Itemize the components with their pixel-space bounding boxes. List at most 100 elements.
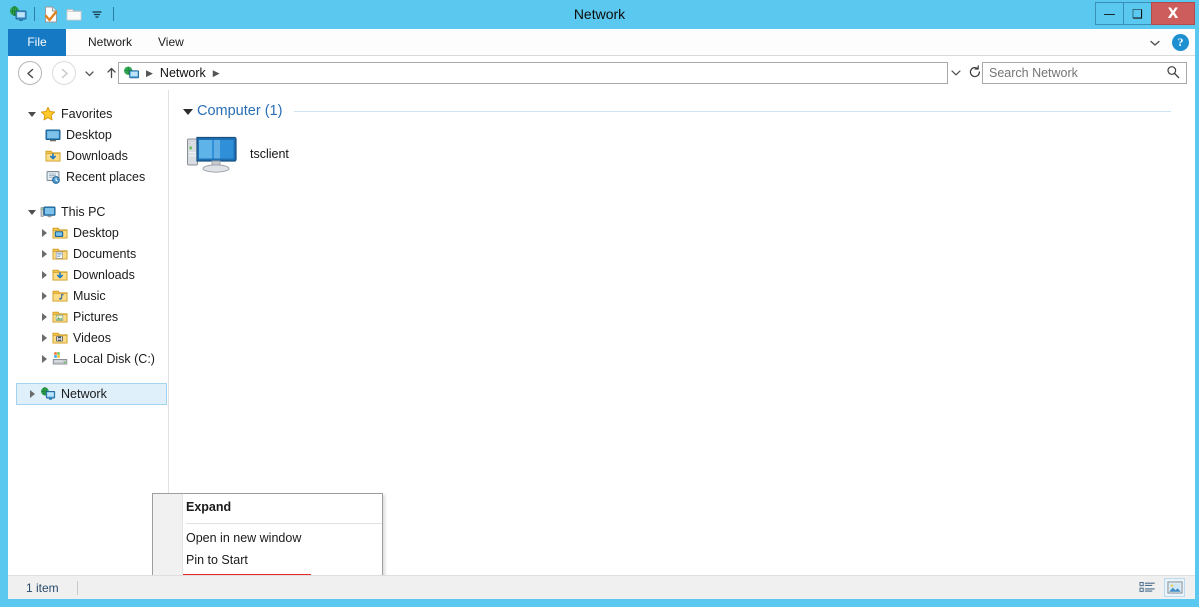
- list-item[interactable]: tsclient: [186, 132, 289, 176]
- computer-icon: [186, 132, 238, 176]
- tree-label: Network: [61, 387, 107, 401]
- window-title: Network: [573, 6, 626, 22]
- menu-item-open-in-new-window[interactable]: Open in new window: [153, 527, 382, 549]
- tree-label: Favorites: [61, 106, 113, 121]
- menu-separator: [186, 523, 382, 524]
- local-disk-icon: [52, 351, 68, 367]
- tree-item-recent-places[interactable]: Recent places: [8, 166, 168, 187]
- search-box[interactable]: [982, 62, 1187, 84]
- expander-icon[interactable]: [36, 288, 52, 304]
- tree-label: Videos: [73, 330, 111, 345]
- group-header[interactable]: Computer (1): [181, 101, 1181, 121]
- navigation-pane: Favorites Desktop Downloads Recent place…: [8, 90, 168, 575]
- pictures-folder-icon: [52, 309, 68, 325]
- expander-icon[interactable]: [36, 351, 52, 367]
- expander-icon[interactable]: [36, 246, 52, 262]
- tree-item-videos[interactable]: Videos: [8, 327, 168, 348]
- expander-icon[interactable]: [24, 204, 40, 220]
- maximize-button[interactable]: ❑: [1123, 2, 1152, 25]
- forward-button[interactable]: [52, 61, 76, 85]
- tree-item-downloads-fav[interactable]: Downloads: [8, 145, 168, 166]
- address-bar-tools: [950, 62, 982, 84]
- ribbon-right-controls: ?: [1148, 29, 1189, 56]
- tree-item-music[interactable]: Music: [8, 285, 168, 306]
- breadcrumb-sep-0: ▶: [146, 67, 153, 78]
- tree-label: Pictures: [73, 309, 119, 324]
- title-bar: Network — ❑ X: [0, 0, 1199, 29]
- star-icon: [40, 106, 56, 122]
- this-pc-icon: [40, 204, 56, 220]
- breadcrumb-network[interactable]: Network: [158, 66, 208, 80]
- status-separator: [76, 580, 78, 595]
- tree-item-favorites[interactable]: Favorites: [8, 103, 168, 124]
- expander-icon[interactable]: [36, 267, 52, 283]
- address-input[interactable]: ▶ Network ▶: [118, 62, 948, 84]
- tree-item-pictures[interactable]: Pictures: [8, 306, 168, 327]
- tree-item-downloads-pc[interactable]: Downloads: [8, 264, 168, 285]
- details-view-icon[interactable]: [1137, 578, 1158, 597]
- tree-item-desktop-fav[interactable]: Desktop: [8, 124, 168, 145]
- recent-locations-button[interactable]: [80, 61, 98, 85]
- tree-label: This PC: [61, 204, 106, 219]
- tree-label: Documents: [73, 246, 137, 261]
- music-folder-icon: [52, 288, 68, 304]
- tab-file[interactable]: File: [8, 29, 66, 56]
- expander-icon[interactable]: [36, 225, 52, 241]
- menu-item-pin-to-start[interactable]: Pin to Start: [153, 549, 382, 571]
- tree-label: Local Disk (C:): [73, 351, 155, 366]
- minimize-icon: —: [1103, 6, 1116, 21]
- tree-label: Recent places: [66, 169, 146, 184]
- tree-label: Downloads: [66, 148, 128, 163]
- expander-icon[interactable]: [36, 309, 52, 325]
- window-controls: — ❑ X: [1095, 2, 1195, 25]
- context-menu: Expand Open in new window Pin to Start M…: [152, 493, 383, 575]
- breadcrumb-sep-1[interactable]: ▶: [208, 68, 225, 79]
- search-icon[interactable]: [1166, 65, 1180, 82]
- tree-label: Desktop: [66, 127, 112, 142]
- group-expander-icon[interactable]: [181, 107, 195, 115]
- menu-item-expand[interactable]: Expand: [153, 494, 382, 520]
- desktop-folder-icon: [52, 225, 68, 241]
- expander-icon[interactable]: [24, 386, 40, 402]
- desktop-icon: [45, 127, 61, 143]
- back-button[interactable]: [18, 61, 42, 85]
- expander-icon[interactable]: [24, 106, 40, 122]
- tab-view[interactable]: View: [144, 29, 198, 56]
- tree-label: Downloads: [73, 267, 135, 282]
- downloads-icon: [45, 148, 61, 164]
- tree-item-this-pc[interactable]: This PC: [8, 201, 168, 222]
- expander-icon[interactable]: [36, 330, 52, 346]
- close-icon: X: [1167, 5, 1179, 22]
- status-bar: 1 item: [8, 575, 1195, 599]
- tab-network[interactable]: Network: [74, 29, 146, 56]
- tree-item-network[interactable]: Network: [16, 383, 167, 405]
- ribbon-tab-bar: File Network View ?: [8, 29, 1195, 56]
- tree-label: Desktop: [73, 225, 119, 240]
- menu-item-map-network-drive[interactable]: Map network drive...: [153, 571, 382, 575]
- group-header-label: Computer (1): [197, 103, 283, 119]
- tree-item-documents[interactable]: Documents: [8, 243, 168, 264]
- explorer-window: Network — ❑ X File Network View ? ▶ Netw…: [0, 0, 1199, 607]
- search-input[interactable]: [983, 66, 1166, 80]
- view-mode-buttons: [1137, 578, 1185, 597]
- downloads-folder-icon: [52, 267, 68, 283]
- help-icon[interactable]: ?: [1172, 34, 1189, 51]
- minimize-button[interactable]: —: [1095, 2, 1124, 25]
- explorer-body: Favorites Desktop Downloads Recent place…: [8, 90, 1195, 575]
- address-dropdown-icon[interactable]: [950, 67, 962, 80]
- group-header-rule: [294, 110, 1171, 112]
- tree-item-local-disk-c[interactable]: Local Disk (C:): [8, 348, 168, 369]
- videos-folder-icon: [52, 330, 68, 346]
- item-count-label: 1 item: [26, 580, 59, 595]
- refresh-icon[interactable]: [968, 64, 982, 82]
- large-icons-view-icon[interactable]: [1164, 578, 1185, 597]
- address-network-icon: [123, 65, 141, 81]
- network-icon: [40, 386, 56, 402]
- chevron-down-icon[interactable]: [1148, 36, 1162, 50]
- tree-label: Music: [73, 288, 106, 303]
- close-button[interactable]: X: [1151, 2, 1195, 25]
- tree-item-desktop-pc[interactable]: Desktop: [8, 222, 168, 243]
- list-item-label: tsclient: [250, 147, 289, 161]
